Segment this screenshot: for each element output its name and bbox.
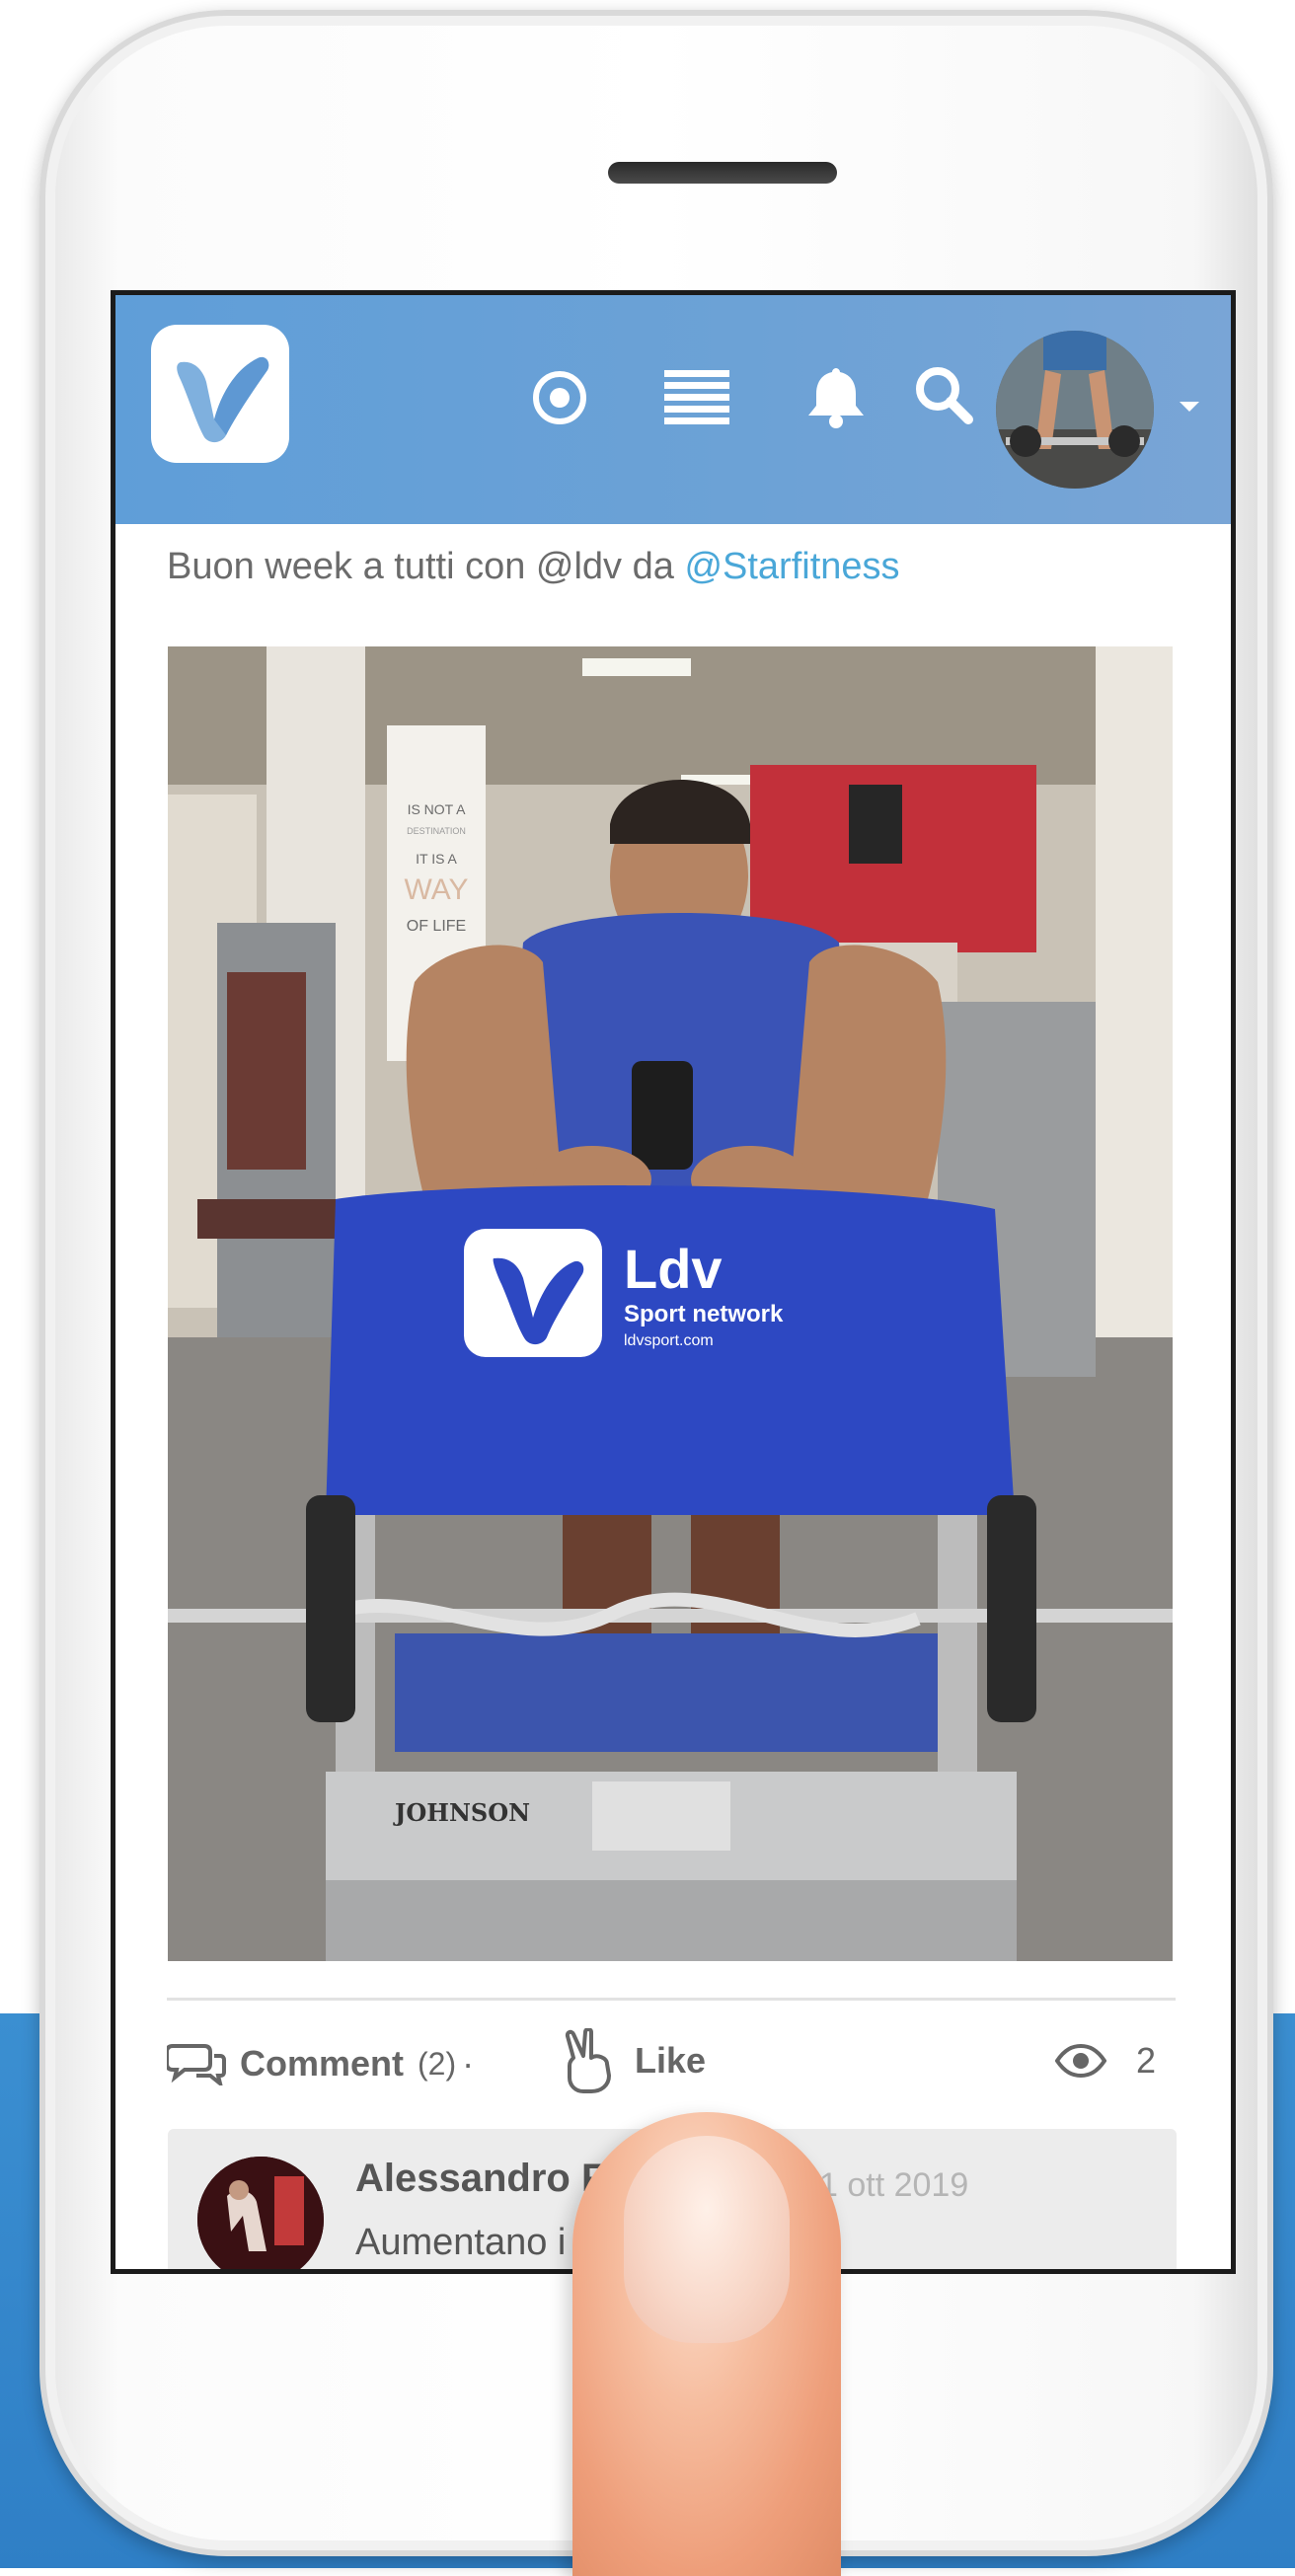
towel-url: ldvsport.com [624,1332,714,1349]
poster-line-2: DESTINATION [407,826,466,836]
eye-icon [1055,2044,1106,2078]
action-separator: · [462,2043,475,2084]
poster-line-4: WAY [405,873,469,906]
comment-count: (2) [418,2045,457,2082]
views-count: 2 [1136,2040,1157,2081]
like-button[interactable]: Like [564,2028,706,2093]
phone-speaker [608,162,837,184]
ldv-logo-icon[interactable] [151,325,289,463]
target-icon[interactable] [530,368,589,431]
comment-button[interactable]: Comment (2) · [167,2042,474,2085]
user-avatar[interactable] [996,331,1154,489]
poster-line-3: IT IS A [416,851,457,867]
machine-brand: JOHNSON [393,1798,530,1827]
poster-line-5: OF LIFE [407,918,466,935]
bell-icon[interactable] [806,364,866,433]
towel-tagline: Sport network [624,1301,784,1327]
mention-link[interactable]: @Starfitness [684,546,899,587]
post-text-body: Buon week a tutti con @ldv da [167,546,685,587]
towel-brand: Ldv [624,1238,723,1300]
poster-line-1: IS NOT A [408,801,467,817]
finger-overlay [572,2112,841,2576]
comment-icon [167,2044,226,2085]
search-icon[interactable] [913,364,974,429]
actions-divider [167,1998,1176,2001]
app-screen: Buon week a tutti con @ldv da @Starfitne… [111,290,1236,2274]
comment-label: Comment [240,2043,405,2084]
like-label: Like [635,2040,707,2081]
commenter-avatar[interactable] [197,2157,324,2269]
post-photo[interactable]: IS NOT A DESTINATION IT IS A WAY OF LIFE [168,646,1173,1961]
fingernail [624,2136,790,2343]
victory-hand-icon [565,2028,611,2093]
post-text: Buon week a tutti con @ldv da @Starfitne… [167,546,900,588]
comment-text: Aumentano i [355,2222,567,2263]
views-counter: 2 [1055,2040,1156,2082]
comment-author[interactable]: Alessandro F [355,2157,605,2201]
account-dropdown-caret-icon[interactable] [1180,402,1199,412]
app-header [115,295,1231,524]
comment-date: 1 ott 2019 [819,2166,969,2204]
menu-icon[interactable] [664,366,729,429]
